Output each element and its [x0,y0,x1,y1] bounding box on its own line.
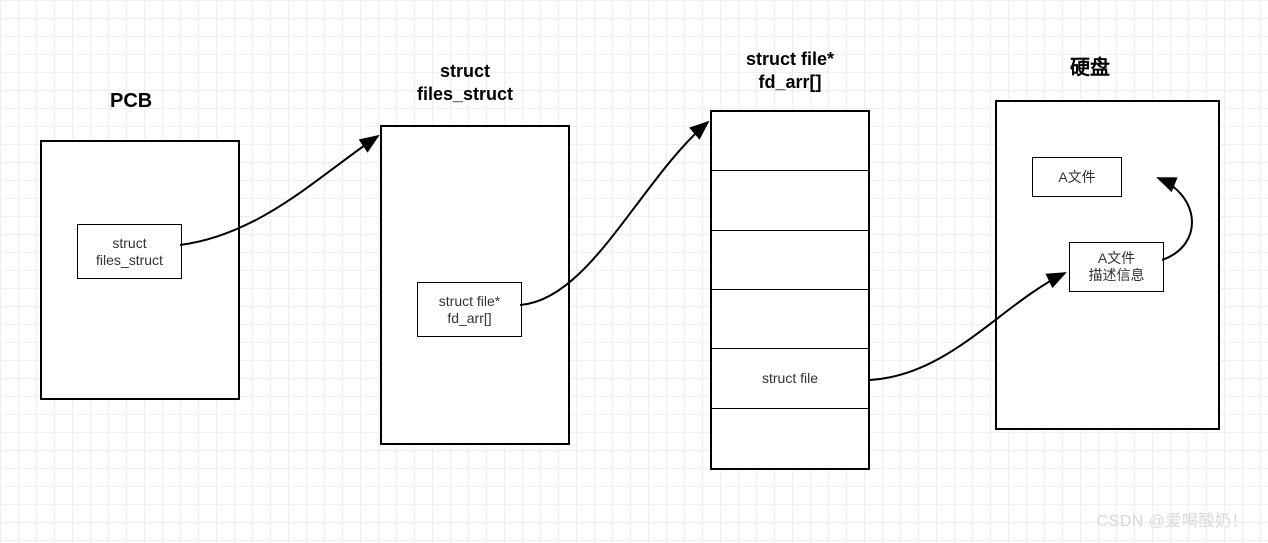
fd-array-box: struct file [710,110,870,470]
title-pcb: PCB [110,88,152,114]
fs-inner-l2: fd_arr[] [447,310,491,327]
files-struct-box: struct file* fd_arr[] [380,125,570,445]
fd-array-cell-1 [712,171,868,230]
watermark: CSDN @爱喝酸奶！ [1096,507,1248,531]
title-fd-arr: struct file* fd_arr[] [720,48,860,95]
fd-array-cell-4: struct file [712,349,868,408]
files-struct-inner-box: struct file* fd_arr[] [417,282,522,337]
title-fd-arr-l1: struct file* [746,49,834,69]
pcb-inner-box: struct files_struct [77,224,182,279]
fs-inner-l1: struct file* [439,293,500,310]
fd-array-cell-5 [712,409,868,468]
disk-a-info-box: A文件 描述信息 [1069,242,1164,292]
fd-array-cell-0 [712,112,868,171]
disk-a-file-box: A文件 [1032,157,1122,197]
fd-array-cell-2 [712,231,868,290]
disk-a-file-label: A文件 [1058,169,1095,186]
pcb-inner-l2: files_struct [96,252,163,269]
disk-box: A文件 A文件 描述信息 [995,100,1220,430]
title-files-struct-l2: files_struct [417,84,513,104]
title-disk: 硬盘 [1070,55,1110,81]
title-files-struct: struct files_struct [405,60,525,107]
pcb-box: struct files_struct [40,140,240,400]
pcb-inner-l1: struct [112,235,146,252]
fd-array-cell-3 [712,290,868,349]
title-files-struct-l1: struct [440,61,490,81]
title-fd-arr-l2: fd_arr[] [758,72,821,92]
disk-a-info-l1: A文件 [1098,250,1135,267]
disk-a-info-l2: 描述信息 [1089,267,1145,284]
